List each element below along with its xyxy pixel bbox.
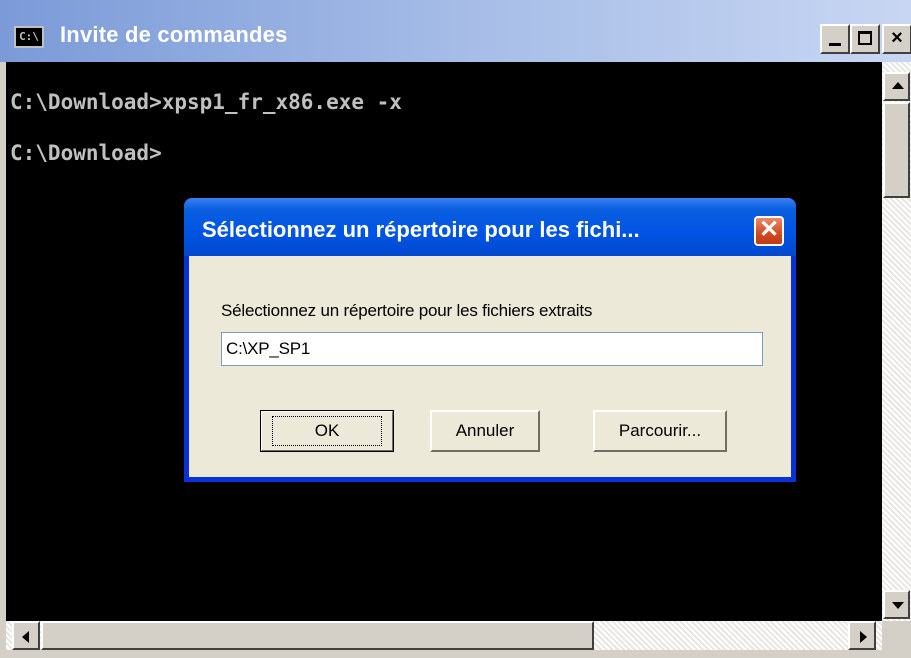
scroll-down-button[interactable]	[883, 590, 910, 619]
scroll-right-button[interactable]	[848, 621, 876, 650]
console-prompt: C:\Download>	[10, 141, 162, 165]
scroll-up-button[interactable]	[883, 72, 910, 101]
close-icon: ×	[891, 27, 903, 49]
vertical-scrollbar[interactable]	[882, 62, 911, 621]
folder-prompt-label: Sélectionnez un répertoire pour les fich…	[221, 301, 593, 320]
browse-button[interactable]: Parcourir...	[593, 410, 727, 452]
console-titlebar[interactable]: C:\ Invite de commandes ×	[0, 0, 911, 62]
maximize-button[interactable]	[850, 24, 880, 54]
console-title: Invite de commandes	[60, 22, 288, 47]
arrow-up-icon	[892, 82, 904, 89]
vertical-scroll-thumb[interactable]	[883, 102, 910, 198]
dialog-title: Sélectionnez un répertoire pour les fich…	[202, 217, 640, 242]
ok-button[interactable]: OK	[260, 410, 394, 452]
close-icon: ✕	[758, 216, 780, 243]
arrow-down-icon	[892, 602, 904, 609]
console-line: C:\Download>xpsp1_fr_x86.exe -x	[10, 90, 402, 114]
close-button[interactable]: ×	[882, 24, 911, 54]
arrow-right-icon	[860, 631, 867, 643]
horizontal-scroll-thumb[interactable]	[41, 621, 594, 650]
scroll-left-button[interactable]	[12, 621, 40, 650]
minimize-icon	[829, 43, 841, 46]
extract-folder-dialog: Sélectionnez un répertoire pour les fich…	[184, 198, 796, 482]
dialog-body: Sélectionnez un répertoire pour les fich…	[189, 256, 791, 477]
dialog-titlebar[interactable]: Sélectionnez un répertoire pour les fich…	[184, 198, 796, 256]
folder-path-input[interactable]	[221, 332, 763, 366]
console-icon[interactable]: C:\	[14, 26, 44, 48]
cancel-button[interactable]: Annuler	[430, 410, 540, 452]
maximize-icon	[858, 31, 872, 45]
horizontal-scrollbar[interactable]	[6, 621, 882, 650]
ok-button-label: OK	[271, 416, 383, 446]
arrow-left-icon	[22, 631, 29, 643]
minimize-button[interactable]	[820, 24, 850, 54]
scrollbar-corner	[882, 621, 911, 658]
dialog-close-button[interactable]: ✕	[754, 216, 784, 246]
